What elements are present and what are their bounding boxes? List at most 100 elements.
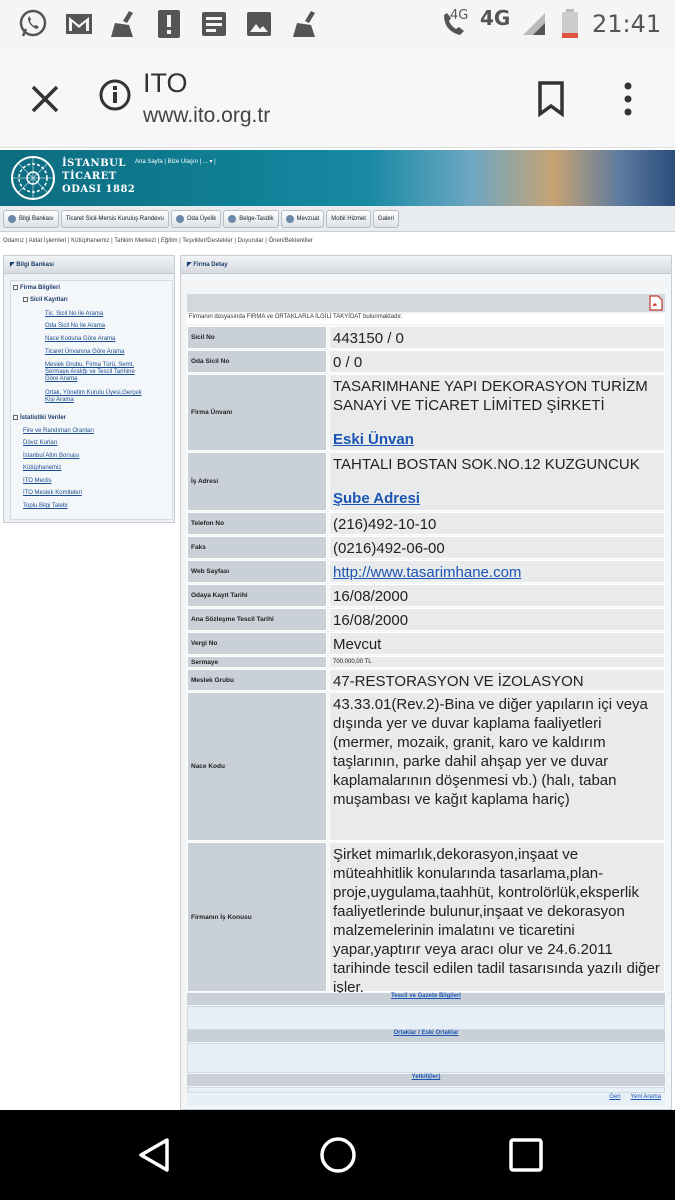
clock: 21:41 bbox=[592, 10, 662, 38]
value: 0 / 0 bbox=[329, 350, 665, 373]
signal-icon bbox=[520, 8, 548, 40]
firma-detay-panel: ◤ Firma Detay Firmanın dosyasında FIRMA … bbox=[180, 255, 672, 1110]
site-header: İSTANBUL TİCARET ODASI 1882 Ana Sayfa | … bbox=[0, 150, 675, 206]
tree-istatistik[interactable]: İstatistiki Veriler bbox=[13, 415, 66, 422]
ito-logo-icon[interactable] bbox=[9, 154, 57, 202]
website-link[interactable]: http://www.tasarimhane.com bbox=[333, 564, 521, 581]
nav-mevzuat[interactable]: Mevzuat bbox=[280, 209, 325, 228]
collapse-icon bbox=[13, 285, 18, 290]
row-vergi-no: Vergi No Mevcut bbox=[187, 632, 665, 655]
home-icon[interactable] bbox=[318, 1135, 358, 1175]
system-nav-bar bbox=[0, 1110, 675, 1200]
value: 47-RESTORASYON VE İZOLASYON bbox=[329, 669, 665, 691]
value: (216)492-10-10 bbox=[329, 512, 665, 535]
label: İş Adresi bbox=[187, 452, 327, 511]
bottom-actions: Geri Yeni Arama bbox=[187, 1094, 665, 1106]
row-meslek-grubu: Meslek Grubu 47-RESTORASYON VE İZOLASYON bbox=[187, 669, 665, 691]
value: TAHTALI BOSTAN SOK.NO.12 KUZGUNCUK Şube … bbox=[329, 452, 665, 511]
nav-belge-tasdik[interactable]: Belge-Tasdik bbox=[223, 209, 279, 228]
tree-meslek[interactable]: Meslek Grubu, Firma Türü, Semt, Sermaye … bbox=[45, 362, 135, 383]
value: Şirket mimarlık,dekorasyon,inşaat ve müt… bbox=[329, 842, 665, 996]
logo-wordmark: İSTANBUL TİCARET ODASI 1882 bbox=[62, 158, 136, 195]
section-yetkililer[interactable]: Yetkili(ler) bbox=[187, 1074, 665, 1086]
nav-ticaret-sicil[interactable]: Ticaret Sicil-Mersis Kuruluş Randevu bbox=[60, 209, 169, 228]
geri-link[interactable]: Geri bbox=[609, 1094, 620, 1100]
section-ortaklar[interactable]: Ortaklar / Eski Ortaklar bbox=[187, 1030, 665, 1042]
recent-apps-icon[interactable] bbox=[508, 1137, 544, 1173]
nav-bilgi-bankasi[interactable]: Bilgi Bankası bbox=[3, 209, 59, 228]
tree-doviz[interactable]: Döviz Kurları bbox=[23, 440, 57, 447]
tree-nace[interactable]: Nace Koduna Göre Arama bbox=[45, 336, 115, 343]
alert-icon bbox=[156, 8, 182, 40]
label: Vergi No bbox=[187, 632, 327, 655]
nav-galeri[interactable]: Galeri bbox=[372, 209, 399, 228]
section-tescil-gazete-body bbox=[187, 1006, 665, 1030]
back-icon[interactable] bbox=[135, 1135, 175, 1175]
value: 16/08/2000 bbox=[329, 584, 665, 607]
screen: 4G 4G 21:41 ITO www.ito.org.tr İSTANBUL … bbox=[0, 0, 675, 1200]
expand-icon bbox=[13, 415, 18, 420]
row-faks: Faks (0216)492-06-00 bbox=[187, 536, 665, 559]
gmail-icon bbox=[64, 8, 94, 40]
tree-tic-sicil[interactable]: Tic. Sicil No ile Arama bbox=[45, 311, 103, 318]
tree-altin[interactable]: İstanbul Altın Borsası bbox=[23, 453, 79, 460]
sube-adresi-link[interactable]: Şube Adresi bbox=[333, 489, 661, 508]
row-oda-sicil-no: Oda Sicil No 0 / 0 bbox=[187, 350, 665, 373]
row-sermaye: Sermaye 700.000,00 TL bbox=[187, 656, 665, 668]
yeni-arama-link[interactable]: Yeni Arama bbox=[631, 1094, 661, 1100]
cleaner-icon bbox=[108, 8, 140, 40]
sidebar-bilgi-bankasi: ◤ Bilgi Bankası Firma Bilgileri Sicil Ka… bbox=[3, 255, 175, 523]
top-links[interactable]: Ana Sayfa | Bize Ulaşın | ... ▾ | bbox=[135, 158, 216, 165]
section-tescil-gazete[interactable]: Tescil ve Gazete Bilgileri bbox=[187, 993, 665, 1005]
sub-nav-links[interactable]: Odamız | Aidat İşlemleri | Kütüphanemiz … bbox=[3, 238, 313, 244]
row-kayit-tarihi: Odaya Kayıt Tarihi 16/08/2000 bbox=[187, 584, 665, 607]
tree-kutuphane[interactable]: Kütüphanemiz bbox=[23, 465, 61, 472]
nav-oda-uyelik[interactable]: Oda Üyelik bbox=[170, 209, 222, 228]
takyidat-notice: Firmanın dosyasında FIRMA ve ORTAKLARLA … bbox=[187, 314, 665, 324]
label: Sicil No bbox=[187, 326, 327, 349]
tree-firma-bilgileri[interactable]: Firma Bilgileri bbox=[13, 285, 60, 292]
tree-fire[interactable]: Fire ve Randıman Oranları bbox=[23, 428, 94, 435]
label: Firma Ünvanı bbox=[187, 374, 327, 451]
row-sicil-no: Sicil No 443150 / 0 bbox=[187, 326, 665, 349]
overflow-menu-icon[interactable] bbox=[622, 80, 634, 118]
section-ortaklar-body bbox=[187, 1043, 665, 1073]
network-type-left: 4G bbox=[450, 8, 469, 23]
value: 443150 / 0 bbox=[329, 326, 665, 349]
label: Nace Kodu bbox=[187, 692, 327, 841]
value: 700.000,00 TL bbox=[329, 656, 665, 668]
tree-komite[interactable]: ITO Meslek Komiteleri bbox=[23, 490, 82, 497]
label: Firmanın İş Konusu bbox=[187, 842, 327, 992]
label: Ana Sözleşme Tescil Tarihi bbox=[187, 608, 327, 631]
tree-toplu[interactable]: Toplu Bilgi Talebi bbox=[23, 503, 68, 510]
row-web-sayfasi: Web Sayfası http://www.tasarimhane.com bbox=[187, 560, 665, 583]
bookmark-icon[interactable] bbox=[536, 80, 566, 118]
tree-sicil-kayitlari[interactable]: Sicil Kayıtları bbox=[23, 297, 68, 304]
eski-unvan-link[interactable]: Eski Ünvan bbox=[333, 430, 661, 449]
tree-ortak[interactable]: Ortak, Yönetim Kurulu Üyesi,Gerçek Kişi … bbox=[45, 390, 142, 404]
pdf-icon[interactable] bbox=[649, 295, 663, 311]
news-icon bbox=[200, 8, 228, 40]
tree-unvan[interactable]: Ticaret Ünvanına Göre Arama bbox=[45, 349, 124, 356]
section-yetkililer-body bbox=[187, 1087, 665, 1093]
page-url[interactable]: www.ito.org.tr bbox=[143, 104, 270, 128]
nav-mobil-hizmet[interactable]: Mobil Hizmet bbox=[326, 209, 371, 228]
value: (0216)492-06-00 bbox=[329, 536, 665, 559]
sidebar-tree: Firma Bilgileri Sicil Kayıtları Tic. Sic… bbox=[10, 280, 173, 520]
value: 43.33.01(Rev.2)-Bina ve diğer yapıların … bbox=[329, 692, 665, 841]
info-icon[interactable] bbox=[98, 78, 132, 112]
members-icon bbox=[175, 214, 184, 223]
tree-meclis[interactable]: ITO Meclis bbox=[23, 478, 52, 485]
web-page: İSTANBUL TİCARET ODASI 1882 Ana Sayfa | … bbox=[0, 148, 675, 1110]
tree-oda-sicil[interactable]: Oda Sicil No ile Arama bbox=[45, 323, 105, 330]
label: Meslek Grubu bbox=[187, 669, 327, 691]
law-icon bbox=[285, 214, 294, 223]
main-nav: Bilgi Bankası Ticaret Sicil-Mersis Kurul… bbox=[0, 206, 675, 232]
status-bar: 4G 4G 21:41 bbox=[0, 0, 675, 48]
label: Odaya Kayıt Tarihi bbox=[187, 584, 327, 607]
close-icon[interactable] bbox=[26, 80, 64, 118]
document-icon bbox=[228, 214, 237, 223]
row-is-adresi: İş Adresi TAHTALI BOSTAN SOK.NO.12 KUZGU… bbox=[187, 452, 665, 511]
label: Telefon No bbox=[187, 512, 327, 535]
value: TASARIMHANE YAPI DEKORASYON TURİZM SANAY… bbox=[329, 374, 665, 451]
